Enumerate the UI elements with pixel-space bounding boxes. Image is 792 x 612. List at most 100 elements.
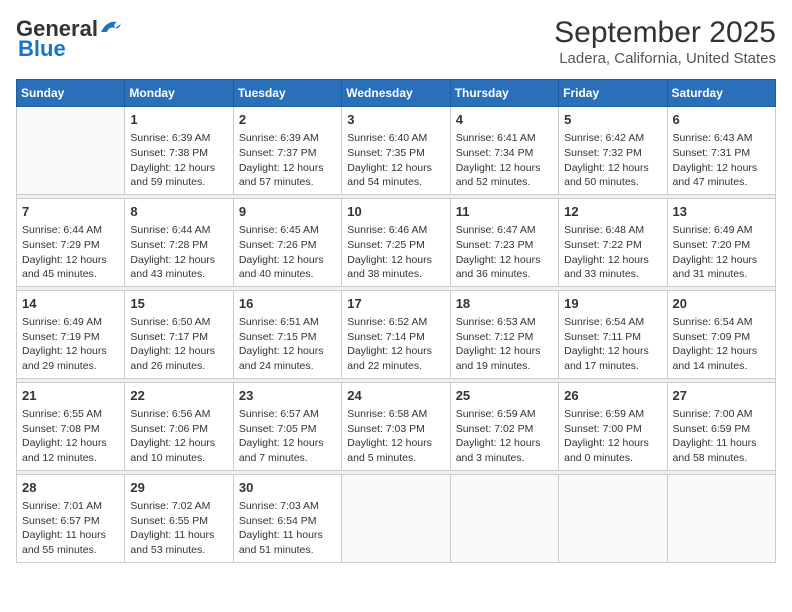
day-number: 14 [22,295,119,313]
day-info: Sunrise: 6:40 AMSunset: 7:35 PMDaylight:… [347,131,444,190]
calendar-cell: 13 Sunrise: 6:49 AMSunset: 7:20 PMDayligh… [667,198,775,286]
calendar-cell: 1 Sunrise: 6:39 AMSunset: 7:38 PMDaylight… [125,107,233,195]
day-info: Sunrise: 6:58 AMSunset: 7:03 PMDaylight:… [347,407,444,466]
calendar-week-row: 1 Sunrise: 6:39 AMSunset: 7:38 PMDaylight… [17,107,776,195]
calendar-cell: 16 Sunrise: 6:51 AMSunset: 7:15 PMDayligh… [233,290,341,378]
day-info: Sunrise: 6:46 AMSunset: 7:25 PMDaylight:… [347,223,444,282]
calendar-cell: 14 Sunrise: 6:49 AMSunset: 7:19 PMDayligh… [17,290,125,378]
calendar-cell [342,474,450,562]
day-info: Sunrise: 6:39 AMSunset: 7:38 PMDaylight:… [130,131,227,190]
calendar-cell: 25 Sunrise: 6:59 AMSunset: 7:02 PMDayligh… [450,382,558,470]
calendar-cell: 27 Sunrise: 7:00 AMSunset: 6:59 PMDayligh… [667,382,775,470]
calendar-cell: 24 Sunrise: 6:58 AMSunset: 7:03 PMDayligh… [342,382,450,470]
day-info: Sunrise: 6:42 AMSunset: 7:32 PMDaylight:… [564,131,661,190]
day-info: Sunrise: 6:44 AMSunset: 7:29 PMDaylight:… [22,223,119,282]
calendar-cell: 18Sunrise: 6:53 AMSunset: 7:12 PMDayligh… [450,290,558,378]
day-number: 26 [564,387,661,405]
calendar-cell: 10Sunrise: 6:46 AMSunset: 7:25 PMDayligh… [342,198,450,286]
day-number: 29 [130,479,227,497]
header-monday: Monday [125,80,233,107]
day-number: 12 [564,203,661,221]
day-number: 25 [456,387,553,405]
calendar-week-row: 21 Sunrise: 6:55 AMSunset: 7:08 PMDayligh… [17,382,776,470]
day-info: Sunrise: 6:49 AMSunset: 7:20 PMDaylight:… [673,223,770,282]
day-number: 15 [130,295,227,313]
day-number: 3 [347,111,444,129]
location-subtitle: Ladera, California, United States [554,50,776,67]
logo: General Blue [16,16,121,62]
calendar-week-row: 28 Sunrise: 7:01 AMSunset: 6:57 PMDayligh… [17,474,776,562]
day-info: Sunrise: 6:39 AMSunset: 7:37 PMDaylight:… [239,131,336,190]
day-info: Sunrise: 6:50 AMSunset: 7:17 PMDaylight:… [130,315,227,374]
day-info: Sunrise: 6:49 AMSunset: 7:19 PMDaylight:… [22,315,119,374]
calendar-cell: 6 Sunrise: 6:43 AMSunset: 7:31 PMDaylight… [667,107,775,195]
day-info: Sunrise: 6:47 AMSunset: 7:23 PMDaylight:… [456,223,553,282]
month-year-title: September 2025 [554,16,776,50]
page-header: General Blue September 2025 Ladera, Cali… [16,16,776,67]
day-number: 19 [564,295,661,313]
calendar-cell: 2 Sunrise: 6:39 AMSunset: 7:37 PMDaylight… [233,107,341,195]
calendar-cell: 11Sunrise: 6:47 AMSunset: 7:23 PMDayligh… [450,198,558,286]
day-number: 2 [239,111,336,129]
title-block: September 2025 Ladera, California, Unite… [554,16,776,67]
day-info: Sunrise: 6:51 AMSunset: 7:15 PMDaylight:… [239,315,336,374]
day-number: 22 [130,387,227,405]
calendar-week-row: 7 Sunrise: 6:44 AMSunset: 7:29 PMDaylight… [17,198,776,286]
day-info: Sunrise: 6:56 AMSunset: 7:06 PMDaylight:… [130,407,227,466]
header-sunday: Sunday [17,80,125,107]
day-number: 30 [239,479,336,497]
day-number: 4 [456,111,553,129]
calendar-cell: 7 Sunrise: 6:44 AMSunset: 7:29 PMDaylight… [17,198,125,286]
calendar-cell: 22 Sunrise: 6:56 AMSunset: 7:06 PMDayligh… [125,382,233,470]
day-info: Sunrise: 6:48 AMSunset: 7:22 PMDaylight:… [564,223,661,282]
calendar-cell: 19 Sunrise: 6:54 AMSunset: 7:11 PMDayligh… [559,290,667,378]
day-number: 1 [130,111,227,129]
day-number: 28 [22,479,119,497]
day-number: 23 [239,387,336,405]
calendar-cell [667,474,775,562]
day-number: 5 [564,111,661,129]
header-saturday: Saturday [667,80,775,107]
calendar-cell [17,107,125,195]
calendar-week-row: 14 Sunrise: 6:49 AMSunset: 7:19 PMDayligh… [17,290,776,378]
day-info: Sunrise: 6:57 AMSunset: 7:05 PMDaylight:… [239,407,336,466]
day-info: Sunrise: 6:45 AMSunset: 7:26 PMDaylight:… [239,223,336,282]
calendar-cell: 15 Sunrise: 6:50 AMSunset: 7:17 PMDayligh… [125,290,233,378]
day-number: 6 [673,111,770,129]
calendar-cell: 30Sunrise: 7:03 AMSunset: 6:54 PMDayligh… [233,474,341,562]
day-number: 8 [130,203,227,221]
day-number: 16 [239,295,336,313]
calendar-cell: 12 Sunrise: 6:48 AMSunset: 7:22 PMDayligh… [559,198,667,286]
calendar-cell: 21 Sunrise: 6:55 AMSunset: 7:08 PMDayligh… [17,382,125,470]
day-info: Sunrise: 6:52 AMSunset: 7:14 PMDaylight:… [347,315,444,374]
calendar-table: SundayMondayTuesdayWednesdayThursdayFrid… [16,79,776,563]
day-number: 20 [673,295,770,313]
day-info: Sunrise: 6:55 AMSunset: 7:08 PMDaylight:… [22,407,119,466]
calendar-cell: 26 Sunrise: 6:59 AMSunset: 7:00 PMDayligh… [559,382,667,470]
calendar-cell: 8Sunrise: 6:44 AMSunset: 7:28 PMDaylight… [125,198,233,286]
calendar-cell [559,474,667,562]
day-number: 24 [347,387,444,405]
logo-bird-icon [99,18,121,36]
day-info: Sunrise: 6:54 AMSunset: 7:11 PMDaylight:… [564,315,661,374]
calendar-cell: 9Sunrise: 6:45 AMSunset: 7:26 PMDaylight… [233,198,341,286]
day-info: Sunrise: 6:59 AMSunset: 7:02 PMDaylight:… [456,407,553,466]
day-info: Sunrise: 6:41 AMSunset: 7:34 PMDaylight:… [456,131,553,190]
day-info: Sunrise: 6:59 AMSunset: 7:00 PMDaylight:… [564,407,661,466]
calendar-header-row: SundayMondayTuesdayWednesdayThursdayFrid… [17,80,776,107]
header-tuesday: Tuesday [233,80,341,107]
day-number: 13 [673,203,770,221]
calendar-cell [450,474,558,562]
header-wednesday: Wednesday [342,80,450,107]
calendar-cell: 17Sunrise: 6:52 AMSunset: 7:14 PMDayligh… [342,290,450,378]
day-info: Sunrise: 6:43 AMSunset: 7:31 PMDaylight:… [673,131,770,190]
day-info: Sunrise: 7:02 AMSunset: 6:55 PMDaylight:… [130,499,227,558]
day-number: 7 [22,203,119,221]
header-friday: Friday [559,80,667,107]
day-info: Sunrise: 7:01 AMSunset: 6:57 PMDaylight:… [22,499,119,558]
day-number: 27 [673,387,770,405]
calendar-cell: 5 Sunrise: 6:42 AMSunset: 7:32 PMDaylight… [559,107,667,195]
day-number: 21 [22,387,119,405]
calendar-cell: 28 Sunrise: 7:01 AMSunset: 6:57 PMDayligh… [17,474,125,562]
day-info: Sunrise: 7:00 AMSunset: 6:59 PMDaylight:… [673,407,770,466]
